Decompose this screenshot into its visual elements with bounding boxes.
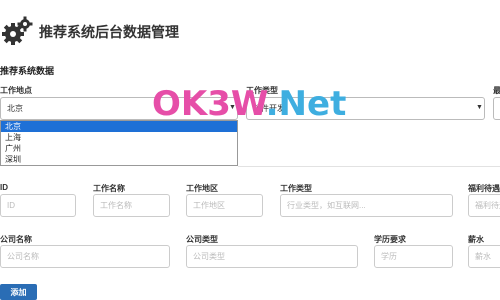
job-name-input[interactable]: 工作名称 (93, 194, 170, 217)
id-input[interactable]: ID (0, 194, 76, 217)
id-label: ID (0, 183, 8, 192)
watermark-part2: .Net (265, 84, 347, 124)
dropdown-option-guangzhou[interactable]: 广州 (1, 143, 237, 154)
work-location-label: 工作地点 (0, 86, 32, 95)
section-title: 推荐系统数据 (0, 66, 55, 76)
partial-filter-label: 最 (493, 86, 500, 95)
education-label: 学历要求 (374, 235, 406, 244)
education-input[interactable]: 学历 (374, 245, 453, 268)
add-button[interactable]: 添加 (0, 284, 37, 300)
page-title: 推荐系统后台数据管理 (39, 24, 179, 40)
work-location-dropdown: 北京 上海 广州 深圳 (0, 120, 238, 166)
benefits-label: 福利待遇 (468, 184, 500, 193)
benefits-input[interactable]: 福利待遇 (468, 194, 500, 217)
company-type-input[interactable]: 公司类型 (186, 245, 358, 268)
work-area-label: 工作地区 (186, 184, 218, 193)
company-name-label: 公司名称 (0, 235, 32, 244)
divider (238, 166, 500, 167)
work-location-value: 北京 (7, 104, 23, 113)
gears-icon (2, 16, 33, 45)
watermark-logo: OK3W.Net (152, 84, 346, 124)
work-area-input[interactable]: 工作地区 (186, 194, 263, 217)
company-name-input[interactable]: 公司名称 (0, 245, 170, 268)
company-type-label: 公司类型 (186, 235, 218, 244)
dropdown-option-shenzhen[interactable]: 深圳 (1, 154, 237, 165)
chevron-down-icon: ▼ (476, 104, 483, 111)
job-type-input[interactable]: 行业类型，如互联网... (280, 194, 453, 217)
salary-input[interactable]: 薪水 (468, 245, 500, 268)
salary-label: 薪水 (468, 235, 484, 244)
dropdown-option-shanghai[interactable]: 上海 (1, 132, 237, 143)
watermark-part1: OK3W (152, 84, 266, 124)
partial-filter-select[interactable] (493, 97, 500, 120)
job-type-label: 工作类型 (280, 184, 312, 193)
job-name-label: 工作名称 (93, 184, 125, 193)
